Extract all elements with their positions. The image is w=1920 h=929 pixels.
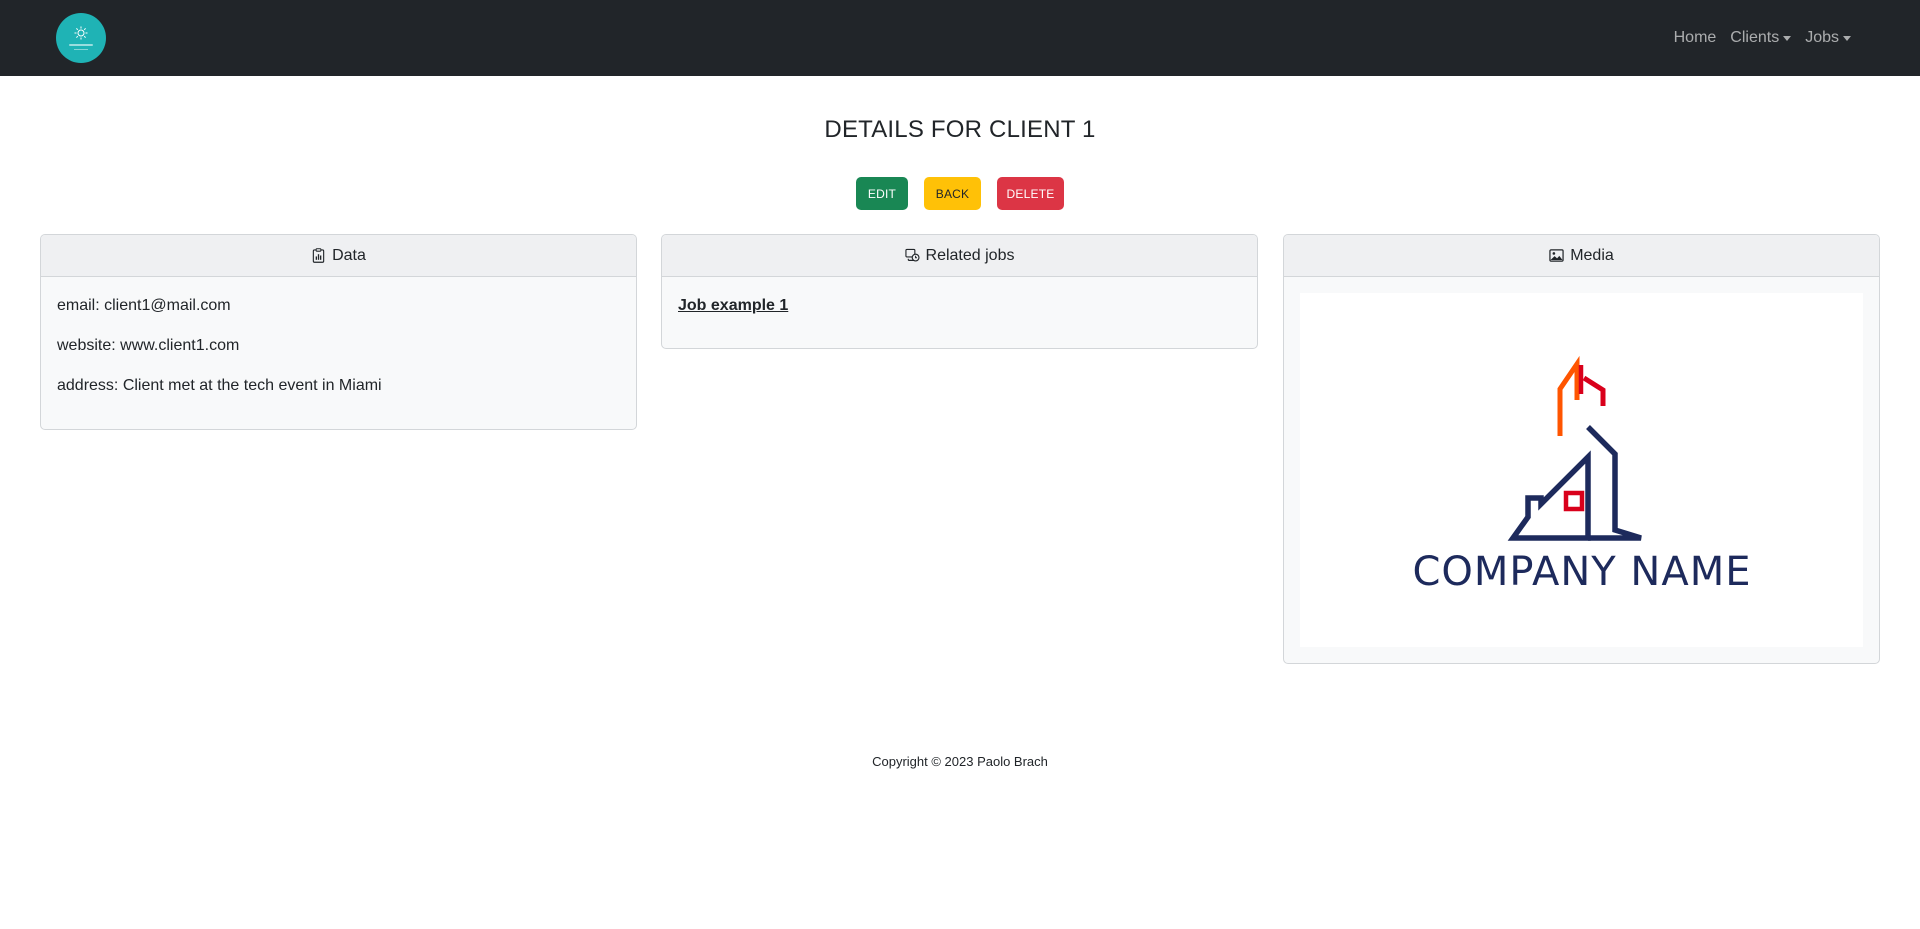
image-icon (1549, 249, 1564, 262)
navbar: Home Clients Jobs (0, 0, 1920, 76)
related-jobs-card-title: Related jobs (925, 246, 1015, 264)
media-card-header: Media (1284, 235, 1879, 277)
brand-logo-tagline (74, 49, 88, 50)
action-buttons: EDIT BACK DELETE (0, 177, 1920, 210)
related-jobs-card-body: Job example 1 (662, 277, 1257, 334)
back-button[interactable]: BACK (924, 177, 981, 210)
sun-icon (74, 26, 88, 40)
caret-down-icon (1843, 35, 1851, 41)
copyright-text: Copyright © 2023 Paolo Brach (872, 754, 1048, 769)
data-card-body: email: client1@mail.com website: www.cli… (41, 277, 636, 429)
nav-links: Home Clients Jobs (1667, 0, 1858, 76)
edit-button[interactable]: EDIT (856, 177, 908, 210)
nav-dropdown-jobs[interactable]: Jobs (1798, 29, 1858, 47)
jobs-stack-icon (904, 248, 920, 262)
client-email: email: client1@mail.com (57, 297, 231, 314)
data-card-title: Data (332, 246, 366, 264)
brand-logo-wordmark (69, 44, 93, 46)
company-logo: COMPANY NAME (1412, 355, 1751, 595)
nav-link-clients-label: Clients (1730, 29, 1780, 46)
media-card: Media COMPANY NAME (1283, 234, 1880, 664)
related-job-link[interactable]: Job example 1 (678, 295, 788, 316)
client-address: address: Client met at the tech event in… (57, 377, 382, 394)
delete-button[interactable]: DELETE (997, 177, 1064, 210)
related-jobs-card-header: Related jobs (662, 235, 1257, 277)
client-website: website: www.client1.com (57, 337, 240, 354)
nav-link-home-label: Home (1673, 29, 1717, 46)
brand-logo[interactable] (56, 13, 106, 63)
nav-link-jobs-label: Jobs (1805, 29, 1839, 46)
media-card-title: Media (1570, 246, 1614, 264)
data-card-header: Data (41, 235, 636, 277)
related-jobs-card: Related jobs Job example 1 (661, 234, 1258, 349)
nav-dropdown-clients[interactable]: Clients (1723, 29, 1798, 47)
nav-link-home[interactable]: Home (1667, 29, 1724, 47)
footer: Copyright © 2023 Paolo Brach (0, 754, 1920, 769)
company-logo-text: COMPANY NAME (1412, 549, 1751, 595)
client-media-image: COMPANY NAME (1300, 293, 1863, 647)
data-card: Data email: client1@mail.com website: ww… (40, 234, 637, 430)
caret-down-icon (1783, 35, 1792, 41)
clipboard-data-icon (312, 248, 325, 263)
page-title: DETAILS FOR CLIENT 1 (824, 116, 1096, 143)
